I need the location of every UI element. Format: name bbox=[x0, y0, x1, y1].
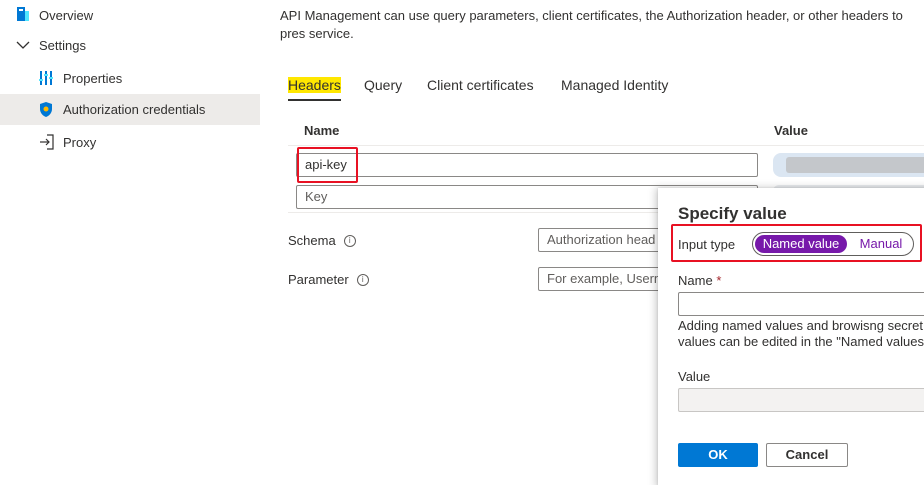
name-input[interactable] bbox=[678, 292, 924, 316]
proxy-icon bbox=[39, 134, 55, 150]
input-type-toggle: Named value Manual bbox=[752, 232, 914, 256]
intro-text: API Management can use query parameters,… bbox=[280, 8, 903, 41]
info-icon[interactable]: i bbox=[356, 273, 369, 286]
help-text-line: values can be edited in the "Named value… bbox=[678, 334, 924, 349]
tab-label: Headers bbox=[288, 77, 341, 93]
cancel-button[interactable]: Cancel bbox=[766, 443, 848, 467]
specify-value-panel: Specify value Input type Named value Man… bbox=[658, 188, 924, 485]
help-text: Adding named values and browisng secret … bbox=[678, 318, 924, 350]
active-tab-indicator bbox=[288, 99, 341, 101]
info-icon[interactable]: i bbox=[343, 234, 356, 247]
sidebar-item-settings[interactable]: Settings bbox=[0, 30, 260, 60]
header-name-input[interactable]: api-key bbox=[296, 153, 758, 177]
table-divider bbox=[288, 145, 924, 146]
schema-label: Schema i bbox=[288, 233, 356, 248]
properties-icon bbox=[39, 70, 53, 86]
help-text-line: Adding named values and browisng secret bbox=[678, 318, 923, 333]
name-label-text: Name bbox=[678, 273, 713, 288]
sidebar-item-label: Overview bbox=[39, 7, 94, 23]
sidebar-item-properties[interactable]: Properties bbox=[0, 63, 260, 93]
sidebar-item-label: Proxy bbox=[63, 134, 97, 150]
schema-label-text: Schema bbox=[288, 233, 336, 248]
sidebar-item-label: Properties bbox=[63, 70, 123, 86]
required-mark: * bbox=[716, 273, 722, 288]
panel-title: Specify value bbox=[678, 204, 787, 223]
column-header-name: Name bbox=[304, 123, 340, 138]
value-input[interactable] bbox=[678, 388, 924, 412]
tab-client-certificates[interactable]: Client certificates bbox=[427, 76, 534, 96]
tab-label: Client certificates bbox=[427, 77, 534, 93]
redacted-value bbox=[786, 157, 924, 173]
sidebar-item-label: Settings bbox=[39, 37, 86, 53]
parameter-label: Parameter i bbox=[288, 272, 369, 287]
sidebar-item-overview[interactable]: Overview bbox=[0, 0, 260, 30]
schema-select[interactable]: Authorization head bbox=[538, 228, 668, 252]
input-type-label: Input type bbox=[678, 237, 736, 252]
overview-icon bbox=[16, 6, 30, 22]
sidebar-item-authorization-credentials[interactable]: Authorization credentials bbox=[0, 94, 260, 125]
tab-label: Managed Identity bbox=[561, 77, 669, 93]
shield-icon bbox=[39, 101, 53, 118]
tab-query[interactable]: Query bbox=[364, 76, 402, 96]
ok-button[interactable]: OK bbox=[678, 443, 758, 467]
tab-managed-identity[interactable]: Managed Identity bbox=[561, 76, 668, 96]
value-label: Value bbox=[678, 369, 711, 384]
tab-label: Query bbox=[364, 77, 403, 93]
manual-option[interactable]: Manual bbox=[853, 235, 909, 253]
sidebar: Overview Settings Properties Authorizati… bbox=[0, 0, 260, 485]
tab-headers[interactable]: Headers bbox=[288, 76, 341, 96]
parameter-label-text: Parameter bbox=[288, 272, 349, 287]
name-label: Name * bbox=[678, 273, 721, 288]
parameter-input[interactable]: For example, Userna bbox=[538, 267, 668, 291]
chevron-down-icon[interactable] bbox=[16, 39, 30, 51]
sidebar-item-proxy[interactable]: Proxy bbox=[0, 127, 260, 157]
sidebar-item-label: Authorization credentials bbox=[63, 102, 206, 117]
named-value-option[interactable]: Named value bbox=[755, 235, 847, 253]
column-header-value: Value bbox=[774, 123, 808, 138]
